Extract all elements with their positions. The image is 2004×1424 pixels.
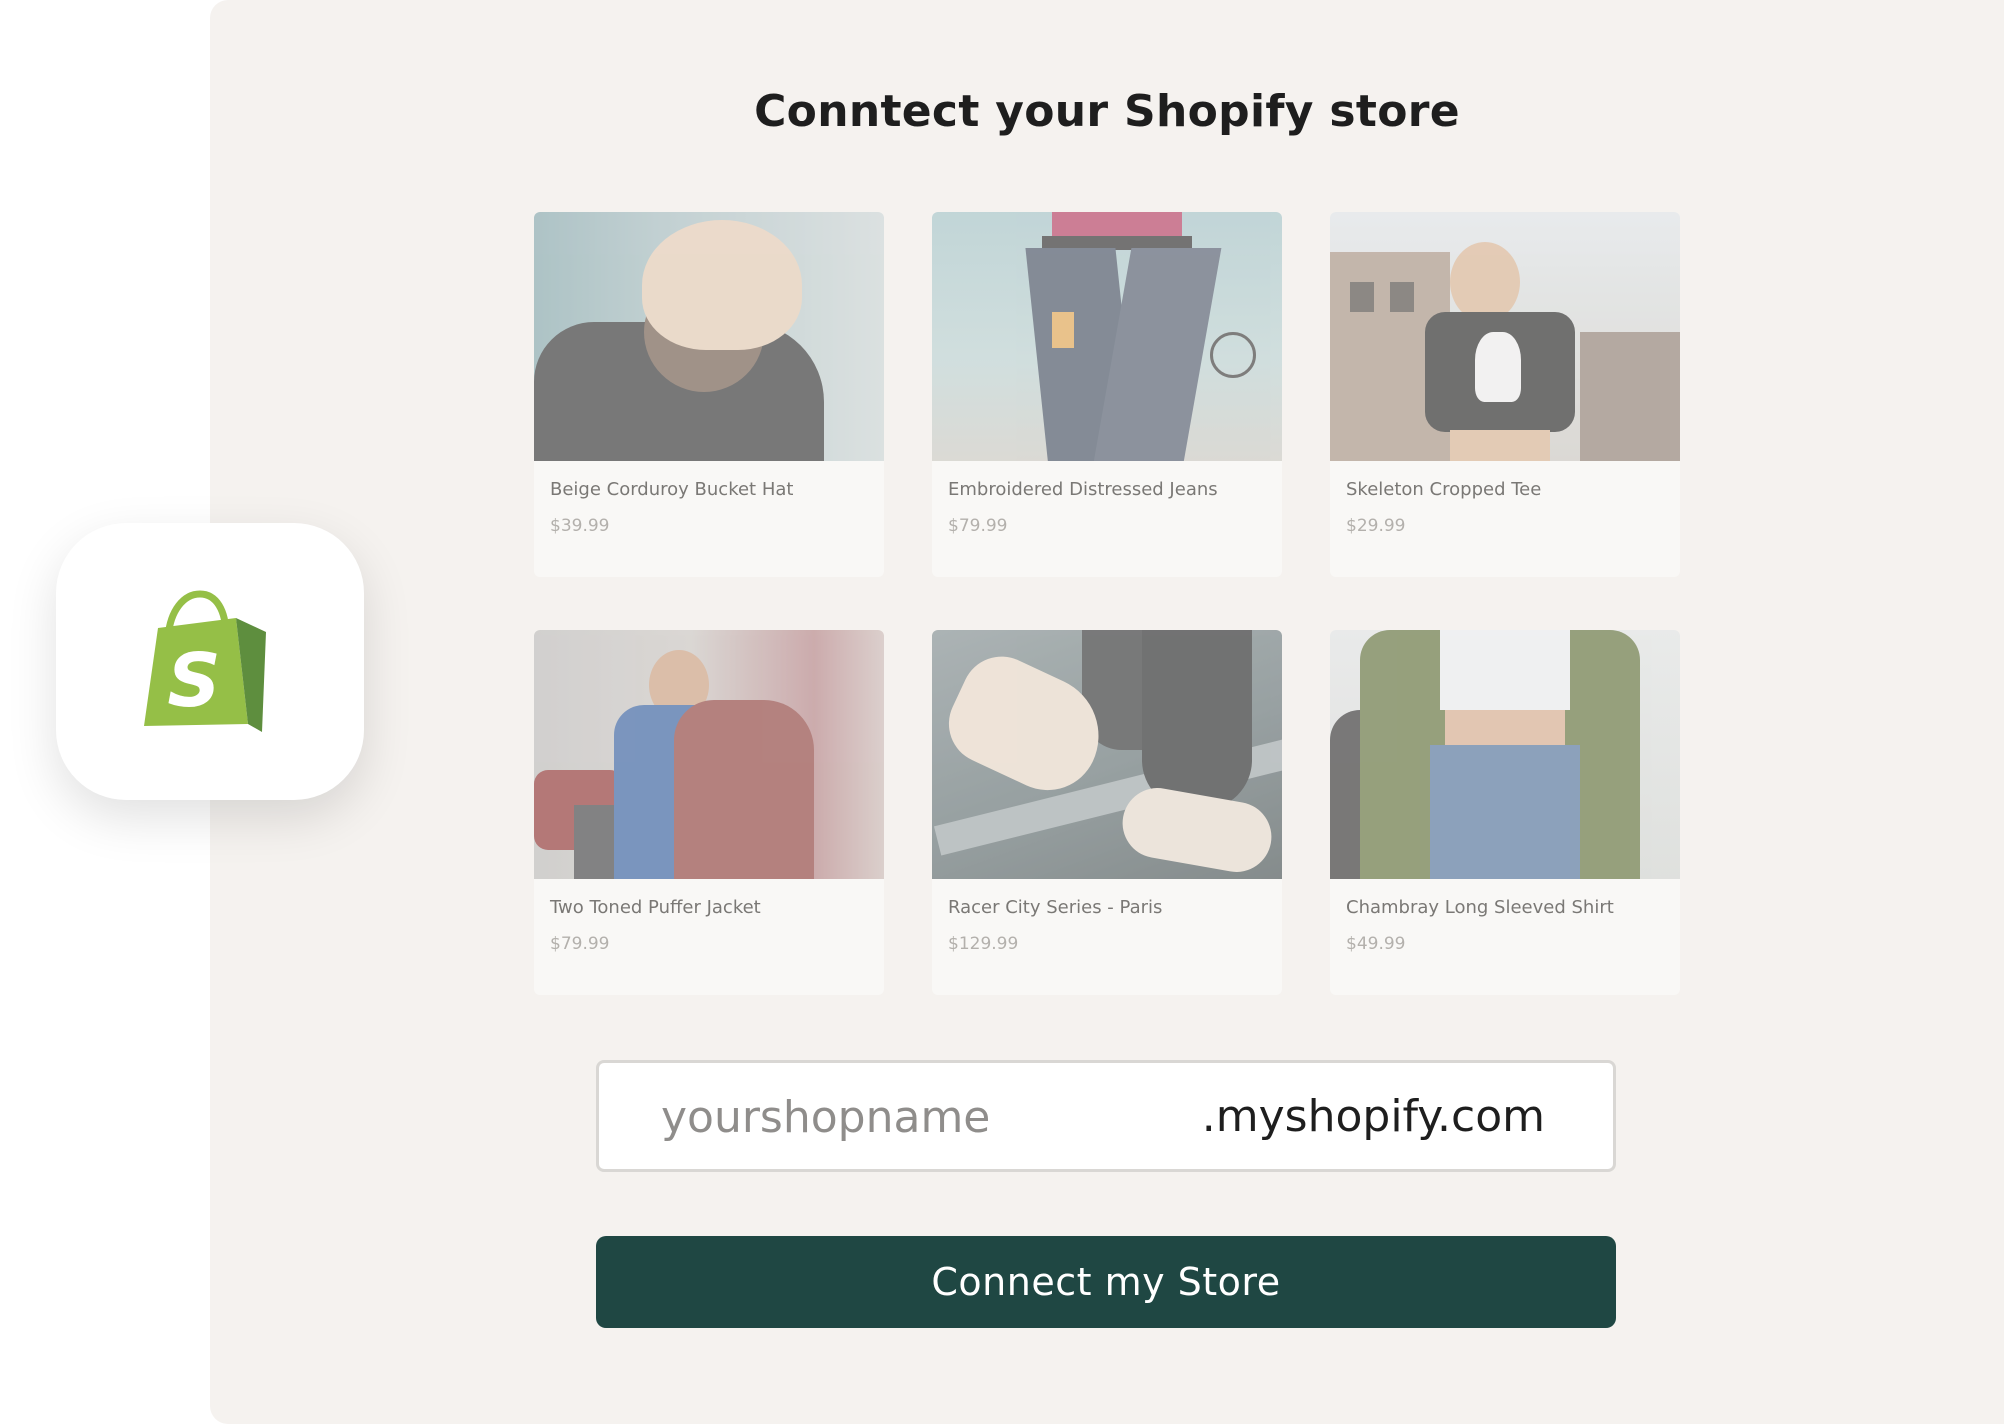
product-grid: Beige Corduroy Bucket Hat $39.99 Embroid… bbox=[534, 212, 1680, 995]
product-price: $39.99 bbox=[550, 516, 610, 536]
product-card[interactable]: Chambray Long Sleeved Shirt $49.99 bbox=[1330, 630, 1680, 995]
product-name: Embroidered Distressed Jeans bbox=[948, 479, 1218, 500]
bucket-hat-image bbox=[534, 212, 884, 461]
connect-store-button[interactable]: Connect my Store bbox=[596, 1236, 1616, 1328]
product-name: Two Toned Puffer Jacket bbox=[550, 897, 761, 918]
page-title: Conntect your Shopify store bbox=[754, 86, 1460, 137]
product-name: Beige Corduroy Bucket Hat bbox=[550, 479, 794, 500]
product-price: $49.99 bbox=[1346, 934, 1406, 954]
product-card[interactable]: Racer City Series - Paris $129.99 bbox=[932, 630, 1282, 995]
product-name: Chambray Long Sleeved Shirt bbox=[1346, 897, 1614, 918]
product-price: $29.99 bbox=[1346, 516, 1406, 536]
product-name: Racer City Series - Paris bbox=[948, 897, 1163, 918]
distressed-jeans-image bbox=[932, 212, 1282, 461]
product-price: $79.99 bbox=[550, 934, 610, 954]
shop-name-input[interactable] bbox=[659, 1083, 1183, 1151]
product-card[interactable]: Embroidered Distressed Jeans $79.99 bbox=[932, 212, 1282, 577]
product-card[interactable]: Beige Corduroy Bucket Hat $39.99 bbox=[534, 212, 884, 577]
shopify-bag-icon: S bbox=[144, 590, 266, 732]
puffer-jacket-image bbox=[534, 630, 884, 879]
skeleton-tee-image bbox=[1330, 212, 1680, 461]
domain-suffix: .myshopify.com bbox=[1201, 1091, 1545, 1142]
chambray-shirt-image bbox=[1330, 630, 1680, 879]
product-price: $79.99 bbox=[948, 516, 1008, 536]
shopify-s-letter: S bbox=[167, 638, 220, 724]
product-card[interactable]: Skeleton Cropped Tee $29.99 bbox=[1330, 212, 1680, 577]
product-price: $129.99 bbox=[948, 934, 1019, 954]
product-name: Skeleton Cropped Tee bbox=[1346, 479, 1542, 500]
racer-sneakers-image bbox=[932, 630, 1282, 879]
shopify-logo-tile: S bbox=[56, 523, 364, 800]
product-card[interactable]: Two Toned Puffer Jacket $79.99 bbox=[534, 630, 884, 995]
shop-url-field: .myshopify.com bbox=[596, 1060, 1616, 1172]
